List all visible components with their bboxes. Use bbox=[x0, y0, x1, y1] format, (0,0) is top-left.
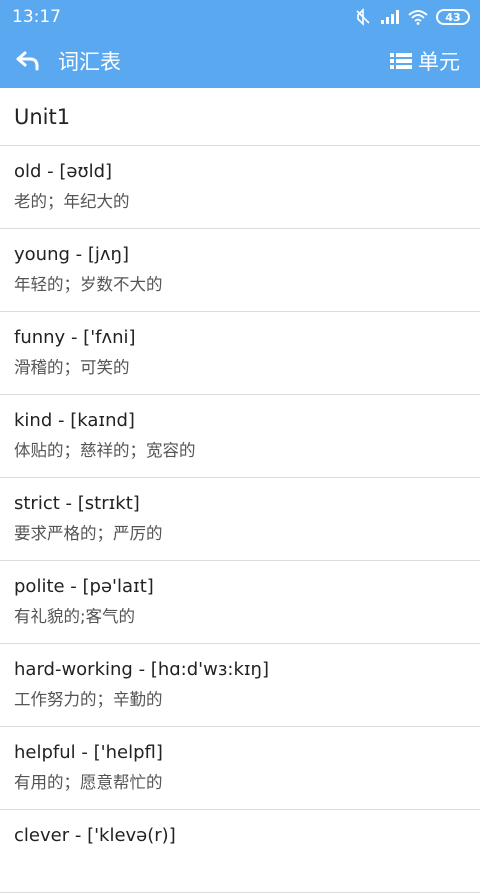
page-title: 词汇表 bbox=[58, 50, 121, 74]
word-phonetic: [kaɪnd] bbox=[70, 410, 135, 431]
word-meaning: 滑稽的；可笑的 bbox=[14, 358, 130, 377]
word-item[interactable]: helpful - ['helpfl] 有用的；愿意帮忙的 bbox=[0, 727, 480, 810]
word-item[interactable]: funny - ['fʌni] 滑稽的；可笑的 bbox=[0, 312, 480, 395]
word-separator: - bbox=[41, 161, 60, 182]
word-line: young - [jʌŋ] bbox=[14, 242, 466, 268]
word-phonetic: ['klevə(r)] bbox=[87, 825, 176, 846]
word-text: kind bbox=[14, 410, 53, 431]
word-meaning: 有礼貌的;客气的 bbox=[14, 607, 136, 626]
mute-icon bbox=[356, 8, 370, 26]
word-item[interactable]: hard-working - [hɑ:d'wɜ:kɪŋ] 工作努力的；辛勤的 bbox=[0, 644, 480, 727]
unit-button[interactable]: 单元 bbox=[390, 46, 460, 76]
toolbar: 词汇表 单元 bbox=[0, 34, 480, 88]
word-separator: - bbox=[69, 244, 88, 265]
wifi-icon bbox=[408, 10, 428, 25]
signal-icon bbox=[381, 10, 399, 24]
word-text: hard-working bbox=[14, 659, 133, 680]
toolbar-left: 词汇表 bbox=[16, 46, 121, 76]
back-button[interactable] bbox=[16, 50, 40, 72]
word-text: old bbox=[14, 161, 42, 182]
word-item[interactable]: young - [jʌŋ] 年轻的；岁数不大的 bbox=[0, 229, 480, 312]
word-item[interactable]: old - [əʊld] 老的；年纪大的 bbox=[0, 146, 480, 229]
word-phonetic: [hɑ:d'wɜ:kɪŋ] bbox=[150, 659, 269, 680]
list-icon bbox=[390, 53, 412, 69]
word-list: old - [əʊld] 老的；年纪大的 young - [jʌŋ] 年轻的；岁… bbox=[0, 146, 480, 893]
battery-icon: 43 bbox=[436, 9, 470, 25]
word-line: funny - ['fʌni] bbox=[14, 325, 466, 351]
word-line: polite - [pə'laɪt] bbox=[14, 574, 466, 600]
word-separator: - bbox=[69, 825, 88, 846]
status-bar: 13:17 43 bbox=[0, 0, 480, 34]
word-separator: - bbox=[65, 327, 84, 348]
word-meaning: 体贴的；慈祥的；宽容的 bbox=[14, 441, 196, 460]
battery-level: 43 bbox=[445, 10, 461, 24]
unit-header: Unit1 bbox=[0, 88, 480, 146]
word-text: strict bbox=[14, 493, 60, 514]
word-separator: - bbox=[52, 410, 71, 431]
word-text: helpful bbox=[14, 742, 76, 763]
word-line: helpful - ['helpfl] bbox=[14, 740, 466, 766]
word-line: hard-working - [hɑ:d'wɜ:kɪŋ] bbox=[14, 657, 466, 683]
word-meaning: 工作努力的；辛勤的 bbox=[14, 690, 163, 709]
word-phonetic: ['fʌni] bbox=[83, 327, 136, 348]
status-icons: 43 bbox=[354, 8, 470, 26]
word-text: young bbox=[14, 244, 70, 265]
word-separator: - bbox=[64, 576, 83, 597]
word-text: clever bbox=[14, 825, 70, 846]
word-line: kind - [kaɪnd] bbox=[14, 408, 466, 434]
word-separator: - bbox=[75, 742, 94, 763]
word-text: funny bbox=[14, 327, 66, 348]
word-meaning: 年轻的；岁数不大的 bbox=[14, 275, 163, 294]
word-phonetic: [strɪkt] bbox=[77, 493, 140, 514]
word-separator: - bbox=[59, 493, 78, 514]
word-meaning: 要求严格的；严厉的 bbox=[14, 524, 163, 543]
status-time: 13:17 bbox=[12, 7, 61, 27]
word-phonetic: [pə'laɪt] bbox=[82, 576, 154, 597]
word-item[interactable]: kind - [kaɪnd] 体贴的；慈祥的；宽容的 bbox=[0, 395, 480, 478]
word-text: polite bbox=[14, 576, 65, 597]
word-line: clever - ['klevə(r)] bbox=[14, 823, 466, 849]
word-meaning: 有用的；愿意帮忙的 bbox=[14, 773, 163, 792]
word-separator: - bbox=[132, 659, 151, 680]
word-item[interactable]: polite - [pə'laɪt] 有礼貌的;客气的 bbox=[0, 561, 480, 644]
word-meaning: 老的；年纪大的 bbox=[14, 192, 130, 211]
unit-button-label: 单元 bbox=[418, 50, 460, 74]
word-phonetic: [əʊld] bbox=[59, 161, 113, 182]
word-phonetic: ['helpfl] bbox=[93, 742, 163, 763]
word-line: old - [əʊld] bbox=[14, 159, 466, 185]
back-arrow-icon bbox=[16, 51, 39, 71]
word-phonetic: [jʌŋ] bbox=[87, 244, 129, 265]
word-item[interactable]: strict - [strɪkt] 要求严格的；严厉的 bbox=[0, 478, 480, 561]
word-line: strict - [strɪkt] bbox=[14, 491, 466, 517]
word-item[interactable]: clever - ['klevə(r)] bbox=[0, 810, 480, 893]
